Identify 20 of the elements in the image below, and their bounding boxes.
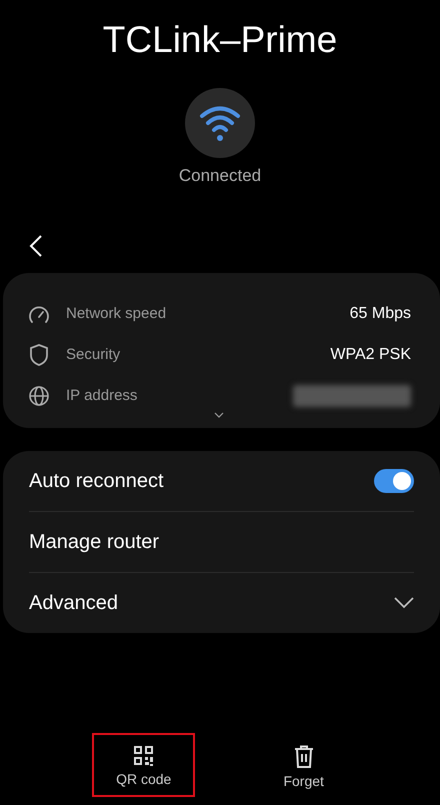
toggle-switch[interactable] (374, 469, 414, 493)
detail-label: IP address (66, 387, 138, 404)
detail-value: 65 Mbps (350, 304, 411, 322)
detail-value: WPA2 PSK (330, 346, 411, 364)
settings-item[interactable]: Auto reconnect (29, 451, 414, 511)
trash-icon (294, 745, 314, 769)
network-name: TCLink–Prime (102, 18, 338, 62)
connection-status: Connected (178, 166, 262, 186)
action-button[interactable]: Forget (259, 733, 348, 797)
qr-code-icon (132, 745, 155, 767)
chevron-icon[interactable] (394, 597, 414, 609)
detail-label: Security (66, 346, 120, 363)
globe-icon (27, 384, 51, 406)
settings-item[interactable]: Manage router (29, 511, 414, 572)
back-icon[interactable] (29, 234, 43, 258)
detail-label: Network speed (66, 305, 166, 322)
expand-icon[interactable] (214, 412, 224, 418)
highlighted-action-button[interactable]: QR code (92, 733, 196, 797)
settings-item[interactable]: Advanced (29, 572, 414, 633)
shield-icon (27, 342, 51, 366)
